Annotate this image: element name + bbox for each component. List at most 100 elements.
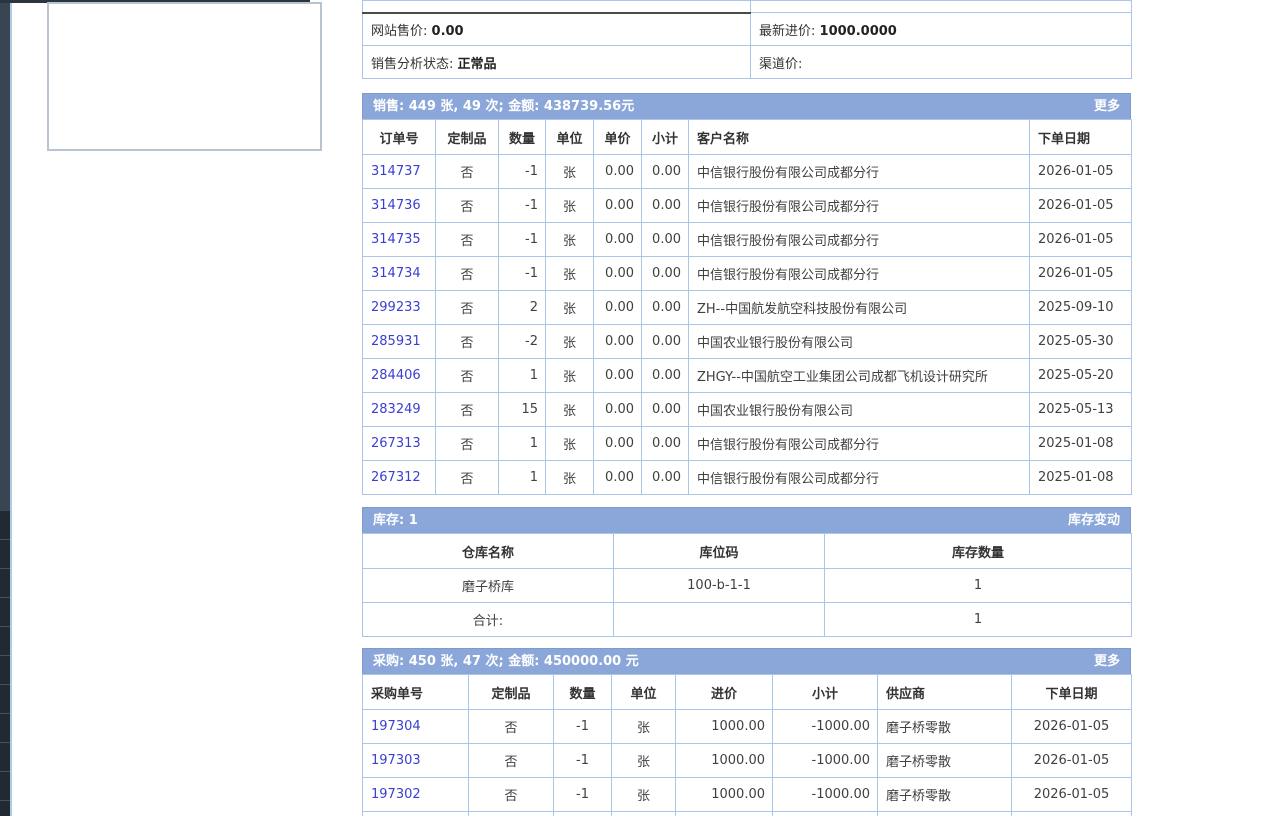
purchase-section: 采购: 450 张, 47 次; 金额: 450000.00 元 更多 采购单号… [362,648,1131,816]
order-number-cell: 314734 [363,257,436,291]
column-header: 库存数量 [825,534,1132,569]
left-sidebar-collapsed[interactable] [0,0,10,816]
table-row: 磨子桥库100-b-1-11 [363,569,1132,603]
table-cell: 0.00 [594,393,642,427]
table-cell: 张 [612,778,676,812]
table-row: 197302否-1张1000.00-1000.00磨子桥零散2026-01-05 [363,778,1132,812]
sales-order-link[interactable]: 283249 [371,402,421,417]
table-cell: 中信银行股份有限公司成都分行 [689,427,1030,461]
table-cell: ZH--中国航发航空科技股份有限公司 [689,291,1030,325]
order-number-cell: 314736 [363,189,436,223]
table-cell: 2026-01-05 [1012,744,1132,778]
table-cell: 0.00 [594,359,642,393]
sales-order-link[interactable]: 285931 [371,334,421,349]
table-cell: 1 [499,359,546,393]
table-cell: 中国农业银行股份有限公司 [689,393,1030,427]
table-cell: 0.00 [594,325,642,359]
order-number-cell: 285931 [363,325,436,359]
table-row: 197303否-1张1000.00-1000.00磨子桥零散2026-01-05 [363,744,1132,778]
table-cell: 2026-01-05 [1012,778,1132,812]
product-info-table: 网站售价: 0.00最新进价: 1000.0000销售分析状态: 正常品渠道价: [362,0,1132,79]
info-field: 销售分析状态: 正常品 [363,46,751,79]
inventory-summary: 库存: 1 [373,508,418,534]
sales-order-link[interactable]: 314737 [371,164,421,179]
table-cell: 0.00 [594,427,642,461]
table-cell: 2025-01-08 [1030,461,1132,495]
column-header: 单位 [612,675,676,710]
table-cell [676,812,773,816]
purchase-order-link[interactable]: 197302 [371,787,421,802]
table-cell: 2026-01-05 [1030,189,1132,223]
table-cell: 0.00 [642,189,689,223]
info-value: 1000.0000 [820,24,897,39]
table-cell: 张 [546,461,594,495]
table-cell: 1 [825,603,1132,637]
table-cell: 磨子桥零散 [878,778,1012,812]
table-cell: 张 [546,189,594,223]
info-label: 最新进价: [759,24,815,39]
sales-order-link[interactable]: 314735 [371,232,421,247]
inventory-change-link[interactable]: 库存变动 [1068,508,1120,534]
table-cell: 中国农业银行股份有限公司 [689,325,1030,359]
table-row: 283249否15张0.000.00中国农业银行股份有限公司2025-05-13 [363,393,1132,427]
table-cell: 张 [612,744,676,778]
table-cell: 1 [499,427,546,461]
table-cell: 张 [546,427,594,461]
sidebar-divider[interactable] [10,0,12,816]
table-cell: -1000.00 [773,710,878,744]
table-cell: 0.00 [642,393,689,427]
table-cell: 1000.00 [676,778,773,812]
sales-order-link[interactable]: 299233 [371,300,421,315]
table-cell: 0.00 [594,461,642,495]
table-cell: 0.00 [642,461,689,495]
sales-table: 订单号定制品数量单位单价小计客户名称下单日期314737否-1张0.000.00… [362,119,1132,495]
sales-order-link[interactable]: 314736 [371,198,421,213]
table-row: 314736否-1张0.000.00中信银行股份有限公司成都分行2026-01-… [363,189,1132,223]
purchase-order-link[interactable]: 197303 [371,753,421,768]
table-cell: 0.00 [594,257,642,291]
purchase-order-link[interactable]: 197304 [371,719,421,734]
table-cell: 否 [469,744,554,778]
sales-order-link[interactable]: 267313 [371,436,421,451]
table-cell: 否 [436,461,499,495]
info-value: 正常品 [458,57,497,72]
sales-order-link[interactable]: 267312 [371,470,421,485]
table-cell: 1 [499,461,546,495]
table-cell: -1 [499,223,546,257]
column-header: 供应商 [878,675,1012,710]
table-cell: 2026-01-05 [1030,223,1132,257]
column-header: 单位 [546,120,594,155]
column-header: 数量 [499,120,546,155]
table-cell: 中信银行股份有限公司成都分行 [689,257,1030,291]
table-cell: 中信银行股份有限公司成都分行 [689,223,1030,257]
table-cell: 0.00 [594,291,642,325]
sales-more-link[interactable]: 更多 [1094,94,1120,120]
table-cell: 中信银行股份有限公司成都分行 [689,189,1030,223]
column-header: 数量 [554,675,612,710]
table-cell: 张 [612,710,676,744]
table-cell: 否 [436,155,499,189]
inventory-section: 库存: 1 库存变动 仓库名称库位码库存数量磨子桥库100-b-1-11合计:1 [362,507,1131,637]
table-cell: 0.00 [594,155,642,189]
sales-order-link[interactable]: 314734 [371,266,421,281]
order-number-cell: 267313 [363,427,436,461]
purchase-more-link[interactable]: 更多 [1094,649,1120,675]
table-cell: 张 [546,359,594,393]
sales-order-link[interactable]: 284406 [371,368,421,383]
order-number-cell: 314735 [363,223,436,257]
table-cell: 2025-05-30 [1030,325,1132,359]
inventory-section-header: 库存: 1 库存变动 [362,507,1131,533]
table-row-cutoff [363,812,1132,816]
table-cell: -1 [499,155,546,189]
table-cell: 否 [436,223,499,257]
table-cell [554,812,612,816]
column-header: 采购单号 [363,675,469,710]
sidebar-top-segment [0,0,10,511]
table-cell: 0.00 [594,223,642,257]
order-number-cell: 284406 [363,359,436,393]
info-label: 销售分析状态: [371,57,453,72]
table-cell: 100-b-1-1 [614,569,825,603]
table-cell: 2025-01-08 [1030,427,1132,461]
table-cell: -1 [554,710,612,744]
table-row: 267313否1张0.000.00中信银行股份有限公司成都分行2025-01-0… [363,427,1132,461]
